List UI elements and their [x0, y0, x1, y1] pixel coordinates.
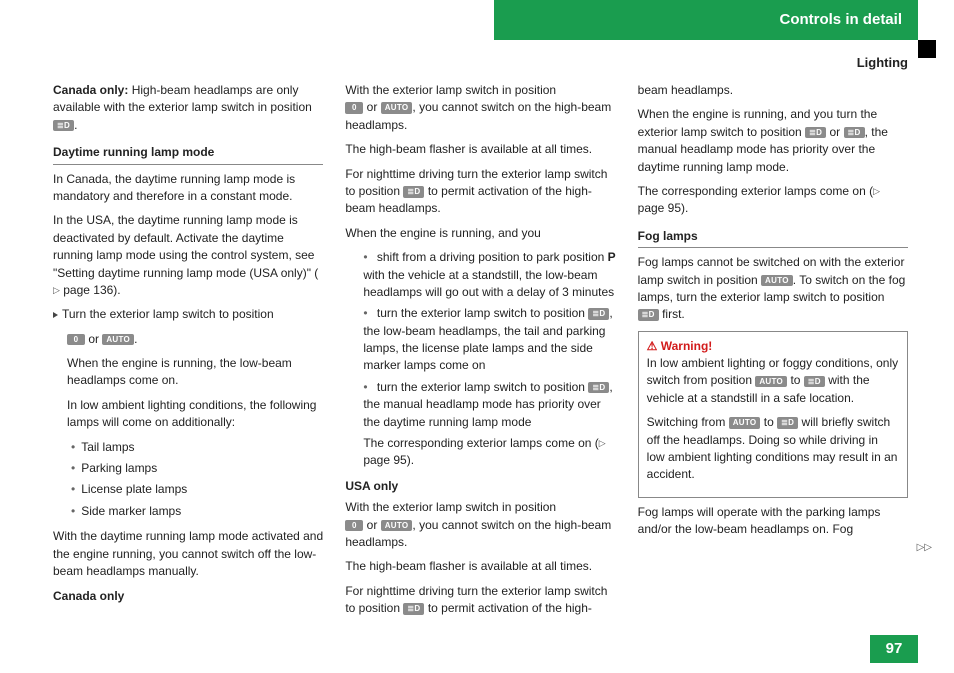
label-bold: Canada only:: [53, 83, 128, 97]
lowbeam-icon: ≣D: [638, 309, 659, 321]
warning-text: In low ambient lighting or foggy conditi…: [647, 355, 899, 407]
condition-list: shift from a driving position to park po…: [345, 249, 615, 470]
auto-icon: AUTO: [102, 334, 134, 346]
warning-title: Warning!: [647, 338, 899, 355]
lowbeam-icon: ≣D: [53, 120, 74, 132]
lowbeam-icon: ≣D: [403, 186, 424, 198]
para: When the engine is running, and you turn…: [638, 106, 908, 176]
chapter-tab: [918, 40, 936, 58]
heading-fog: Fog lamps: [638, 228, 908, 248]
warning-text: Switching from AUTO to ≣D will briefly s…: [647, 414, 899, 484]
heading-usa-only: USA only: [345, 478, 615, 495]
auto-icon: AUTO: [755, 376, 787, 388]
list-item: Tail lamps: [71, 439, 323, 456]
para: With the exterior lamp switch in positio…: [345, 499, 615, 551]
para: Fog lamps cannot be switched on with the…: [638, 254, 908, 324]
list-item: Parking lamps: [71, 460, 323, 477]
para: In Canada, the daytime running lamp mode…: [53, 171, 323, 206]
page-ref-icon: ▷: [873, 185, 880, 198]
step-cont: In low ambient lighting conditions, the …: [53, 397, 323, 432]
para: The corresponding exterior lamps come on…: [363, 435, 615, 470]
para: The high-beam flasher is available at al…: [345, 558, 615, 575]
section-header: Controls in detail: [494, 0, 918, 40]
para: In the USA, the daytime running lamp mod…: [53, 212, 323, 299]
list-item: shift from a driving position to park po…: [363, 249, 615, 301]
auto-icon: AUTO: [729, 417, 761, 429]
step-cont: When the engine is running, the low-beam…: [53, 355, 323, 390]
step-cont: 0 or AUTO.: [53, 331, 323, 348]
page-ref-icon: ▷: [599, 437, 606, 450]
page-ref-icon: ▷: [53, 284, 60, 297]
lowbeam-icon: ≣D: [777, 417, 798, 429]
step-bullet-icon: [53, 312, 58, 318]
para: With the daytime running lamp mode activ…: [53, 528, 323, 580]
para: For nighttime driving turn the exterior …: [345, 166, 615, 218]
auto-icon: AUTO: [761, 275, 793, 287]
list-item: Side marker lamps: [71, 503, 323, 520]
para: Fog lamps will operate with the parking …: [638, 504, 908, 539]
list-item: License plate lamps: [71, 481, 323, 498]
para: Canada only: High-beam headlamps are onl…: [53, 82, 323, 134]
lowbeam-icon: ≣D: [588, 308, 609, 320]
page-number: 97: [870, 635, 918, 663]
warning-box: Warning! In low ambient lighting or fogg…: [638, 331, 908, 498]
body-columns: Canada only: High-beam headlamps are onl…: [53, 82, 908, 627]
continue-arrow-icon: ▷▷: [917, 541, 932, 556]
lowbeam-icon: ≣D: [844, 127, 865, 139]
lowbeam-icon: ≣D: [403, 603, 424, 615]
lowbeam-icon: ≣D: [804, 376, 825, 388]
zero-icon: 0: [345, 102, 363, 114]
zero-icon: 0: [67, 334, 85, 346]
auto-icon: AUTO: [381, 102, 413, 114]
para: The high-beam flasher is available at al…: [345, 141, 615, 158]
lowbeam-icon: ≣D: [805, 127, 826, 139]
heading-canada-only: Canada only: [53, 588, 323, 605]
lowbeam-icon: ≣D: [588, 382, 609, 394]
lamp-list: Tail lamps Parking lamps License plate l…: [53, 439, 323, 521]
heading-daytime: Daytime running lamp mode: [53, 144, 323, 164]
list-item: turn the exterior lamp switch to positio…: [363, 305, 615, 375]
para: With the exterior lamp switch in positio…: [345, 82, 615, 134]
subsection-title: Lighting: [857, 54, 908, 73]
list-item: turn the exterior lamp switch to positio…: [363, 379, 615, 470]
para: When the engine is running, and you: [345, 225, 615, 242]
para: The corresponding exterior lamps come on…: [638, 183, 908, 218]
step: Turn the exterior lamp switch to positio…: [53, 306, 323, 323]
zero-icon: 0: [345, 520, 363, 532]
section-title: Controls in detail: [779, 9, 902, 31]
auto-icon: AUTO: [381, 520, 413, 532]
